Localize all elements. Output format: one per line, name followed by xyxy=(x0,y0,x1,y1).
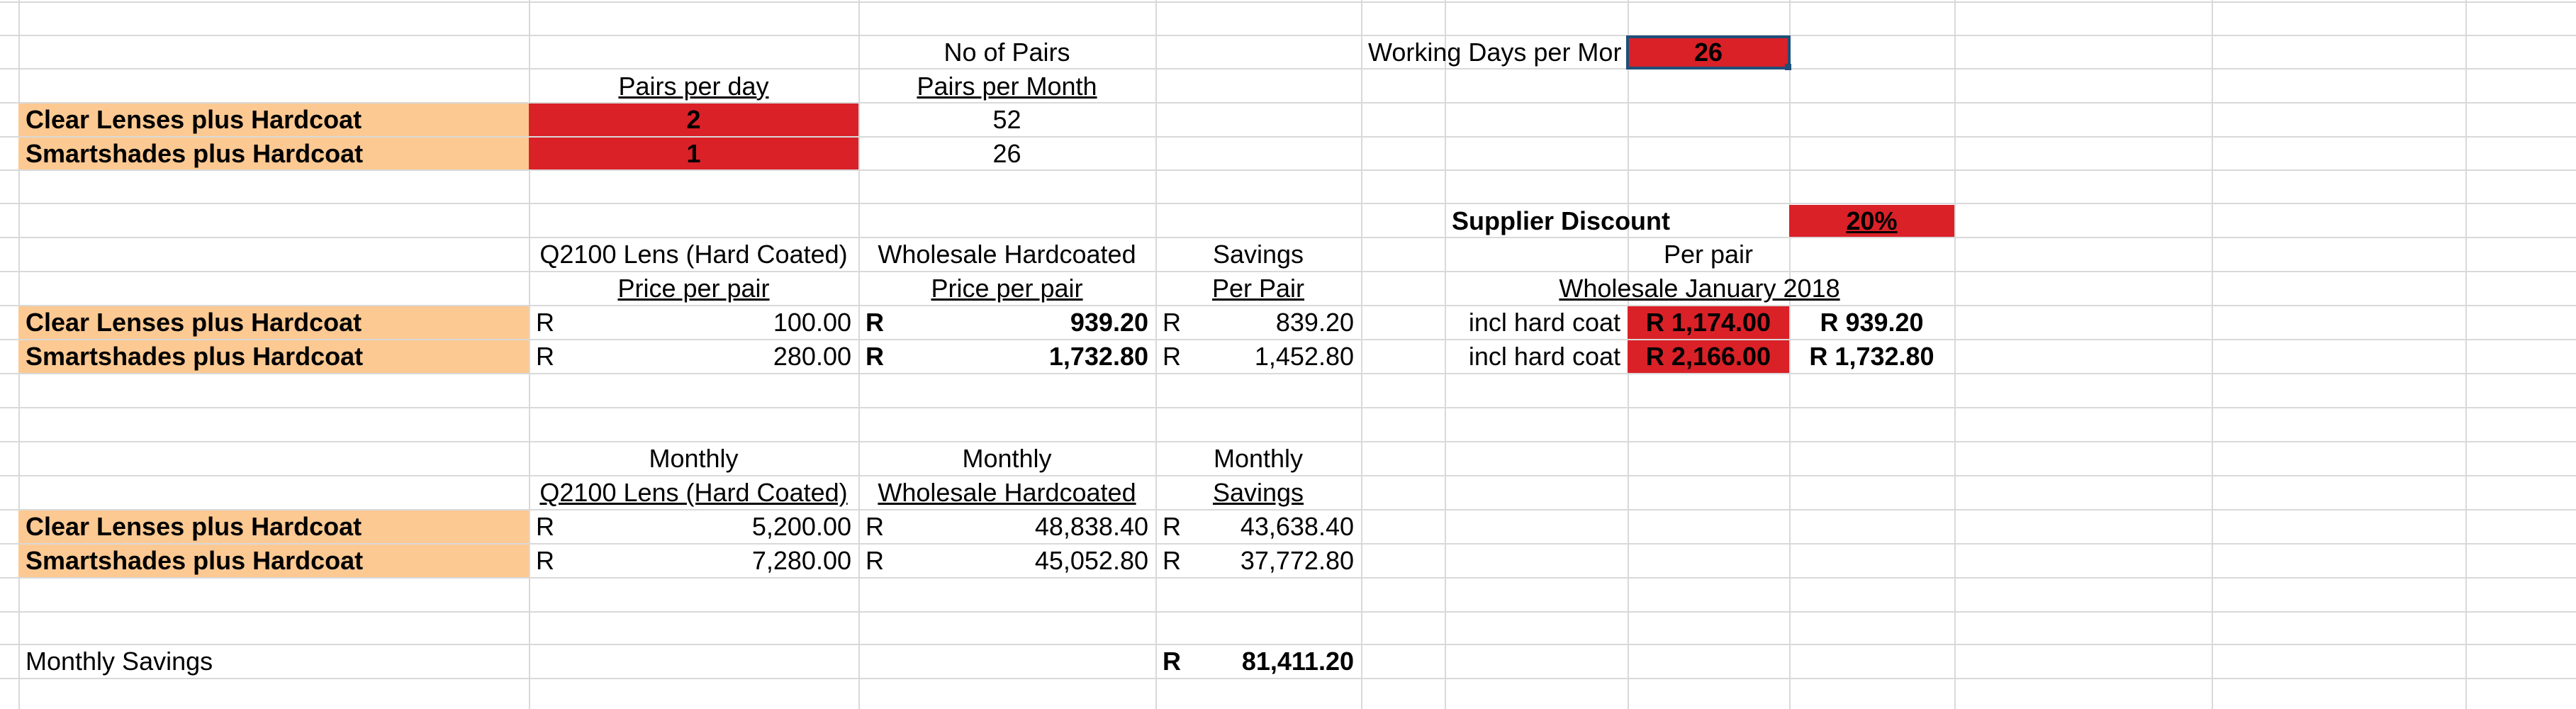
clear-pairs-per-day[interactable]: 2 xyxy=(529,104,858,136)
wholesale-price-per-pair-header[interactable]: Price per pair xyxy=(858,272,1155,305)
working-days-label[interactable]: Working Days per Mor xyxy=(1361,37,1629,68)
smart-pairs-per-month[interactable]: 26 xyxy=(858,138,1155,169)
smart-monthly-wholesale[interactable]: 45,052.80 xyxy=(858,545,1155,577)
gridline xyxy=(2212,0,2213,709)
monthly-q2100-header[interactable]: Q2100 Lens (Hard Coated) xyxy=(529,476,858,509)
total-monthly-savings[interactable]: 81,411.20 xyxy=(1155,645,1361,678)
wholesale-january-header[interactable]: Wholesale January 2018 xyxy=(1445,272,1954,305)
clear-discounted-price[interactable]: R 939.20 xyxy=(1789,306,1954,339)
smart-wholesale-price[interactable]: R 2,166.00 xyxy=(1628,340,1789,373)
smart-monthly-q2100[interactable]: 7,280.00 xyxy=(529,545,858,577)
smartshades-label[interactable]: Smartshades plus Hardcoat xyxy=(18,138,529,169)
supplier-discount-label[interactable]: Supplier Discount xyxy=(1445,205,1789,237)
smart-wholesale-hardcoated[interactable]: 1,732.80 xyxy=(858,340,1155,373)
clear-monthly-q2100[interactable]: 5,200.00 xyxy=(529,510,858,543)
gridline xyxy=(1954,0,1956,709)
clear-wholesale-hardcoated[interactable]: 939.20 xyxy=(858,306,1155,339)
savings-per-pair-header[interactable]: Per Pair xyxy=(1155,272,1361,305)
clear-lenses-label[interactable]: Clear Lenses plus Hardcoat xyxy=(18,104,529,136)
smart-q2100-price[interactable]: 280.00 xyxy=(529,340,858,373)
clear-monthly-savings[interactable]: 43,638.40 xyxy=(1155,510,1361,543)
wholesale-hardcoated-header[interactable]: Wholesale Hardcoated xyxy=(858,238,1155,271)
supplier-discount-value[interactable]: 20% xyxy=(1789,205,1954,237)
gridline xyxy=(0,35,2576,36)
clear-wholesale-price[interactable]: R 1,174.00 xyxy=(1628,306,1789,339)
q2100-header[interactable]: Q2100 Lens (Hard Coated) xyxy=(529,238,858,271)
smart-savings-per-pair[interactable]: 1,452.80 xyxy=(1155,340,1361,373)
gridline xyxy=(0,68,2576,69)
monthly-savings-label[interactable]: Monthly Savings xyxy=(18,645,529,678)
smart-discounted-price[interactable]: R 1,732.80 xyxy=(1789,340,1954,373)
gridline xyxy=(0,1,2576,3)
no-of-pairs-header[interactable]: No of Pairs xyxy=(858,37,1155,68)
pairs-per-month-header[interactable]: Pairs per Month xyxy=(858,70,1155,102)
incl-hard-coat-label[interactable]: incl hard coat xyxy=(1445,306,1628,339)
per-pair-label[interactable]: Per pair xyxy=(1628,238,1789,271)
clear-lenses-label[interactable]: Clear Lenses plus Hardcoat xyxy=(18,306,529,339)
gridline xyxy=(2465,0,2467,709)
clear-monthly-wholesale[interactable]: 48,838.40 xyxy=(858,510,1155,543)
savings-header[interactable]: Savings xyxy=(1155,238,1361,271)
gridline xyxy=(0,577,2576,579)
gridline xyxy=(0,611,2576,613)
clear-lenses-label[interactable]: Clear Lenses plus Hardcoat xyxy=(18,510,529,543)
monthly-header[interactable]: Monthly xyxy=(1155,442,1361,475)
incl-hard-coat-label[interactable]: incl hard coat xyxy=(1445,340,1628,373)
spreadsheet-grid[interactable]: No of Pairs Pairs per day Pairs per Mont… xyxy=(0,0,2576,709)
smart-pairs-per-day[interactable]: 1 xyxy=(529,138,858,169)
gridline xyxy=(1361,0,1362,709)
working-days-value[interactable]: 26 xyxy=(1626,35,1791,69)
clear-q2100-price[interactable]: 100.00 xyxy=(529,306,858,339)
monthly-header[interactable]: Monthly xyxy=(529,442,858,475)
clear-pairs-per-month[interactable]: 52 xyxy=(858,104,1155,136)
gridline xyxy=(0,407,2576,408)
monthly-wholesale-header[interactable]: Wholesale Hardcoated xyxy=(858,476,1155,509)
gridline xyxy=(0,169,2576,171)
smartshades-label[interactable]: Smartshades plus Hardcoat xyxy=(18,340,529,373)
q2100-price-per-pair-header[interactable]: Price per pair xyxy=(529,272,858,305)
gridline xyxy=(0,203,2576,204)
gridline xyxy=(0,373,2576,374)
gridline xyxy=(0,678,2576,679)
monthly-header[interactable]: Monthly xyxy=(858,442,1155,475)
smart-monthly-savings[interactable]: 37,772.80 xyxy=(1155,545,1361,577)
smartshades-label[interactable]: Smartshades plus Hardcoat xyxy=(18,545,529,577)
monthly-savings-header[interactable]: Savings xyxy=(1155,476,1361,509)
fill-handle[interactable] xyxy=(1785,64,1791,70)
clear-savings-per-pair[interactable]: 839.20 xyxy=(1155,306,1361,339)
pairs-per-day-header[interactable]: Pairs per day xyxy=(529,70,858,102)
